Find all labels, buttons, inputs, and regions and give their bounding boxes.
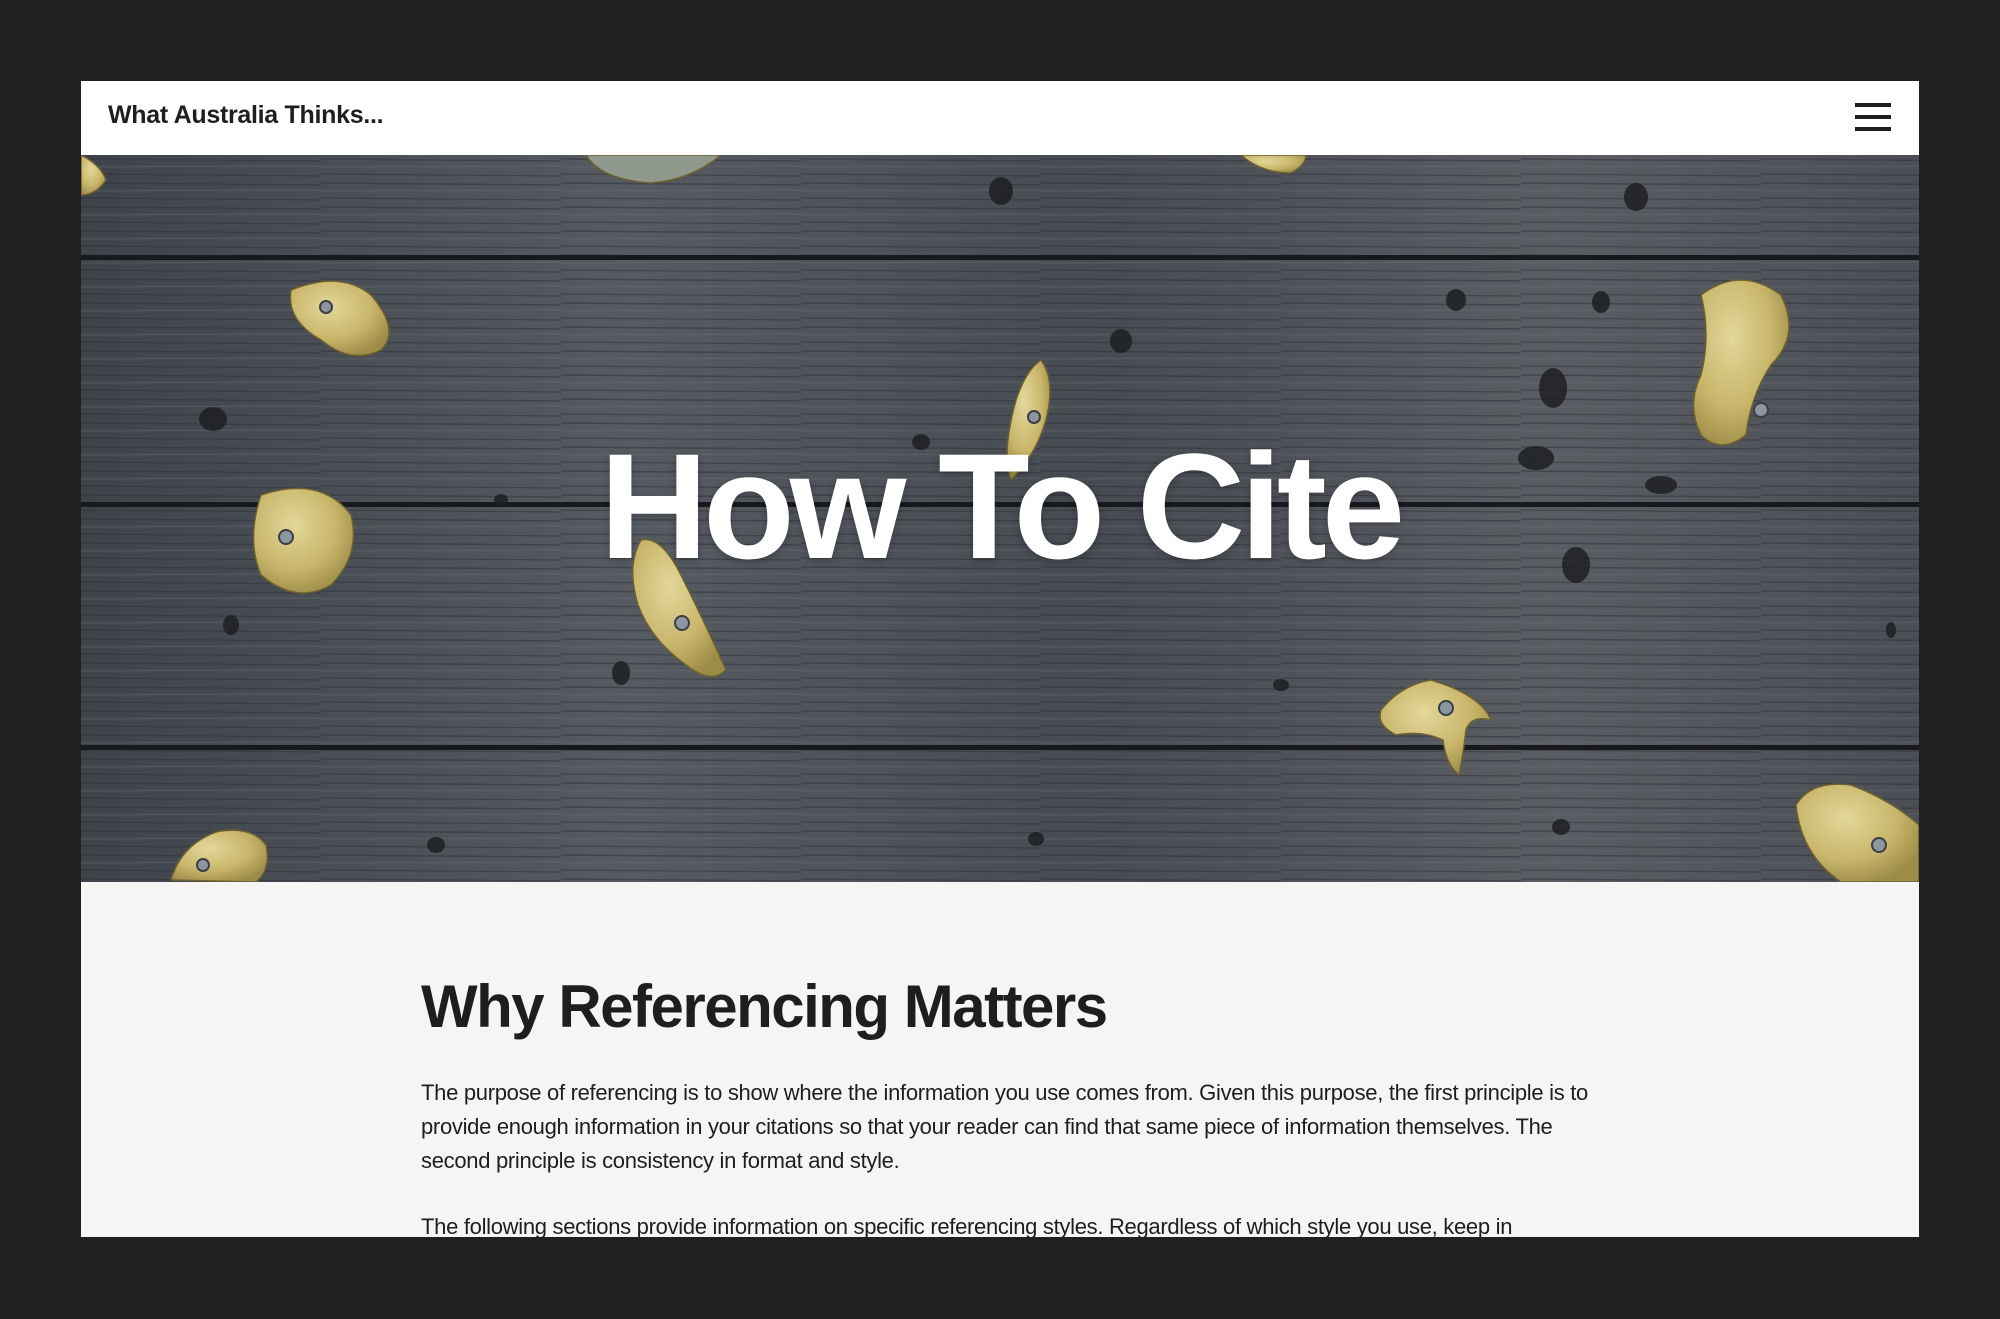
main-content: Why Referencing Matters The purpose of r… xyxy=(421,973,1591,1238)
site-title-link[interactable]: What Australia Thinks... xyxy=(108,101,384,130)
body-paragraph: The following sections provide informati… xyxy=(421,1214,1513,1237)
section-heading: Why Referencing Matters xyxy=(421,973,1108,1040)
site-header: What Australia Thinks... xyxy=(81,81,1919,156)
hero-banner: How To Cite xyxy=(81,155,1919,882)
body-paragraph: The purpose of referencing is to show wh… xyxy=(421,1080,1588,1173)
menu-button[interactable] xyxy=(1855,101,1891,133)
page-title: How To Cite xyxy=(599,422,1405,590)
browser-page: What Australia Thinks... How To Cite Why… xyxy=(81,81,1919,1237)
